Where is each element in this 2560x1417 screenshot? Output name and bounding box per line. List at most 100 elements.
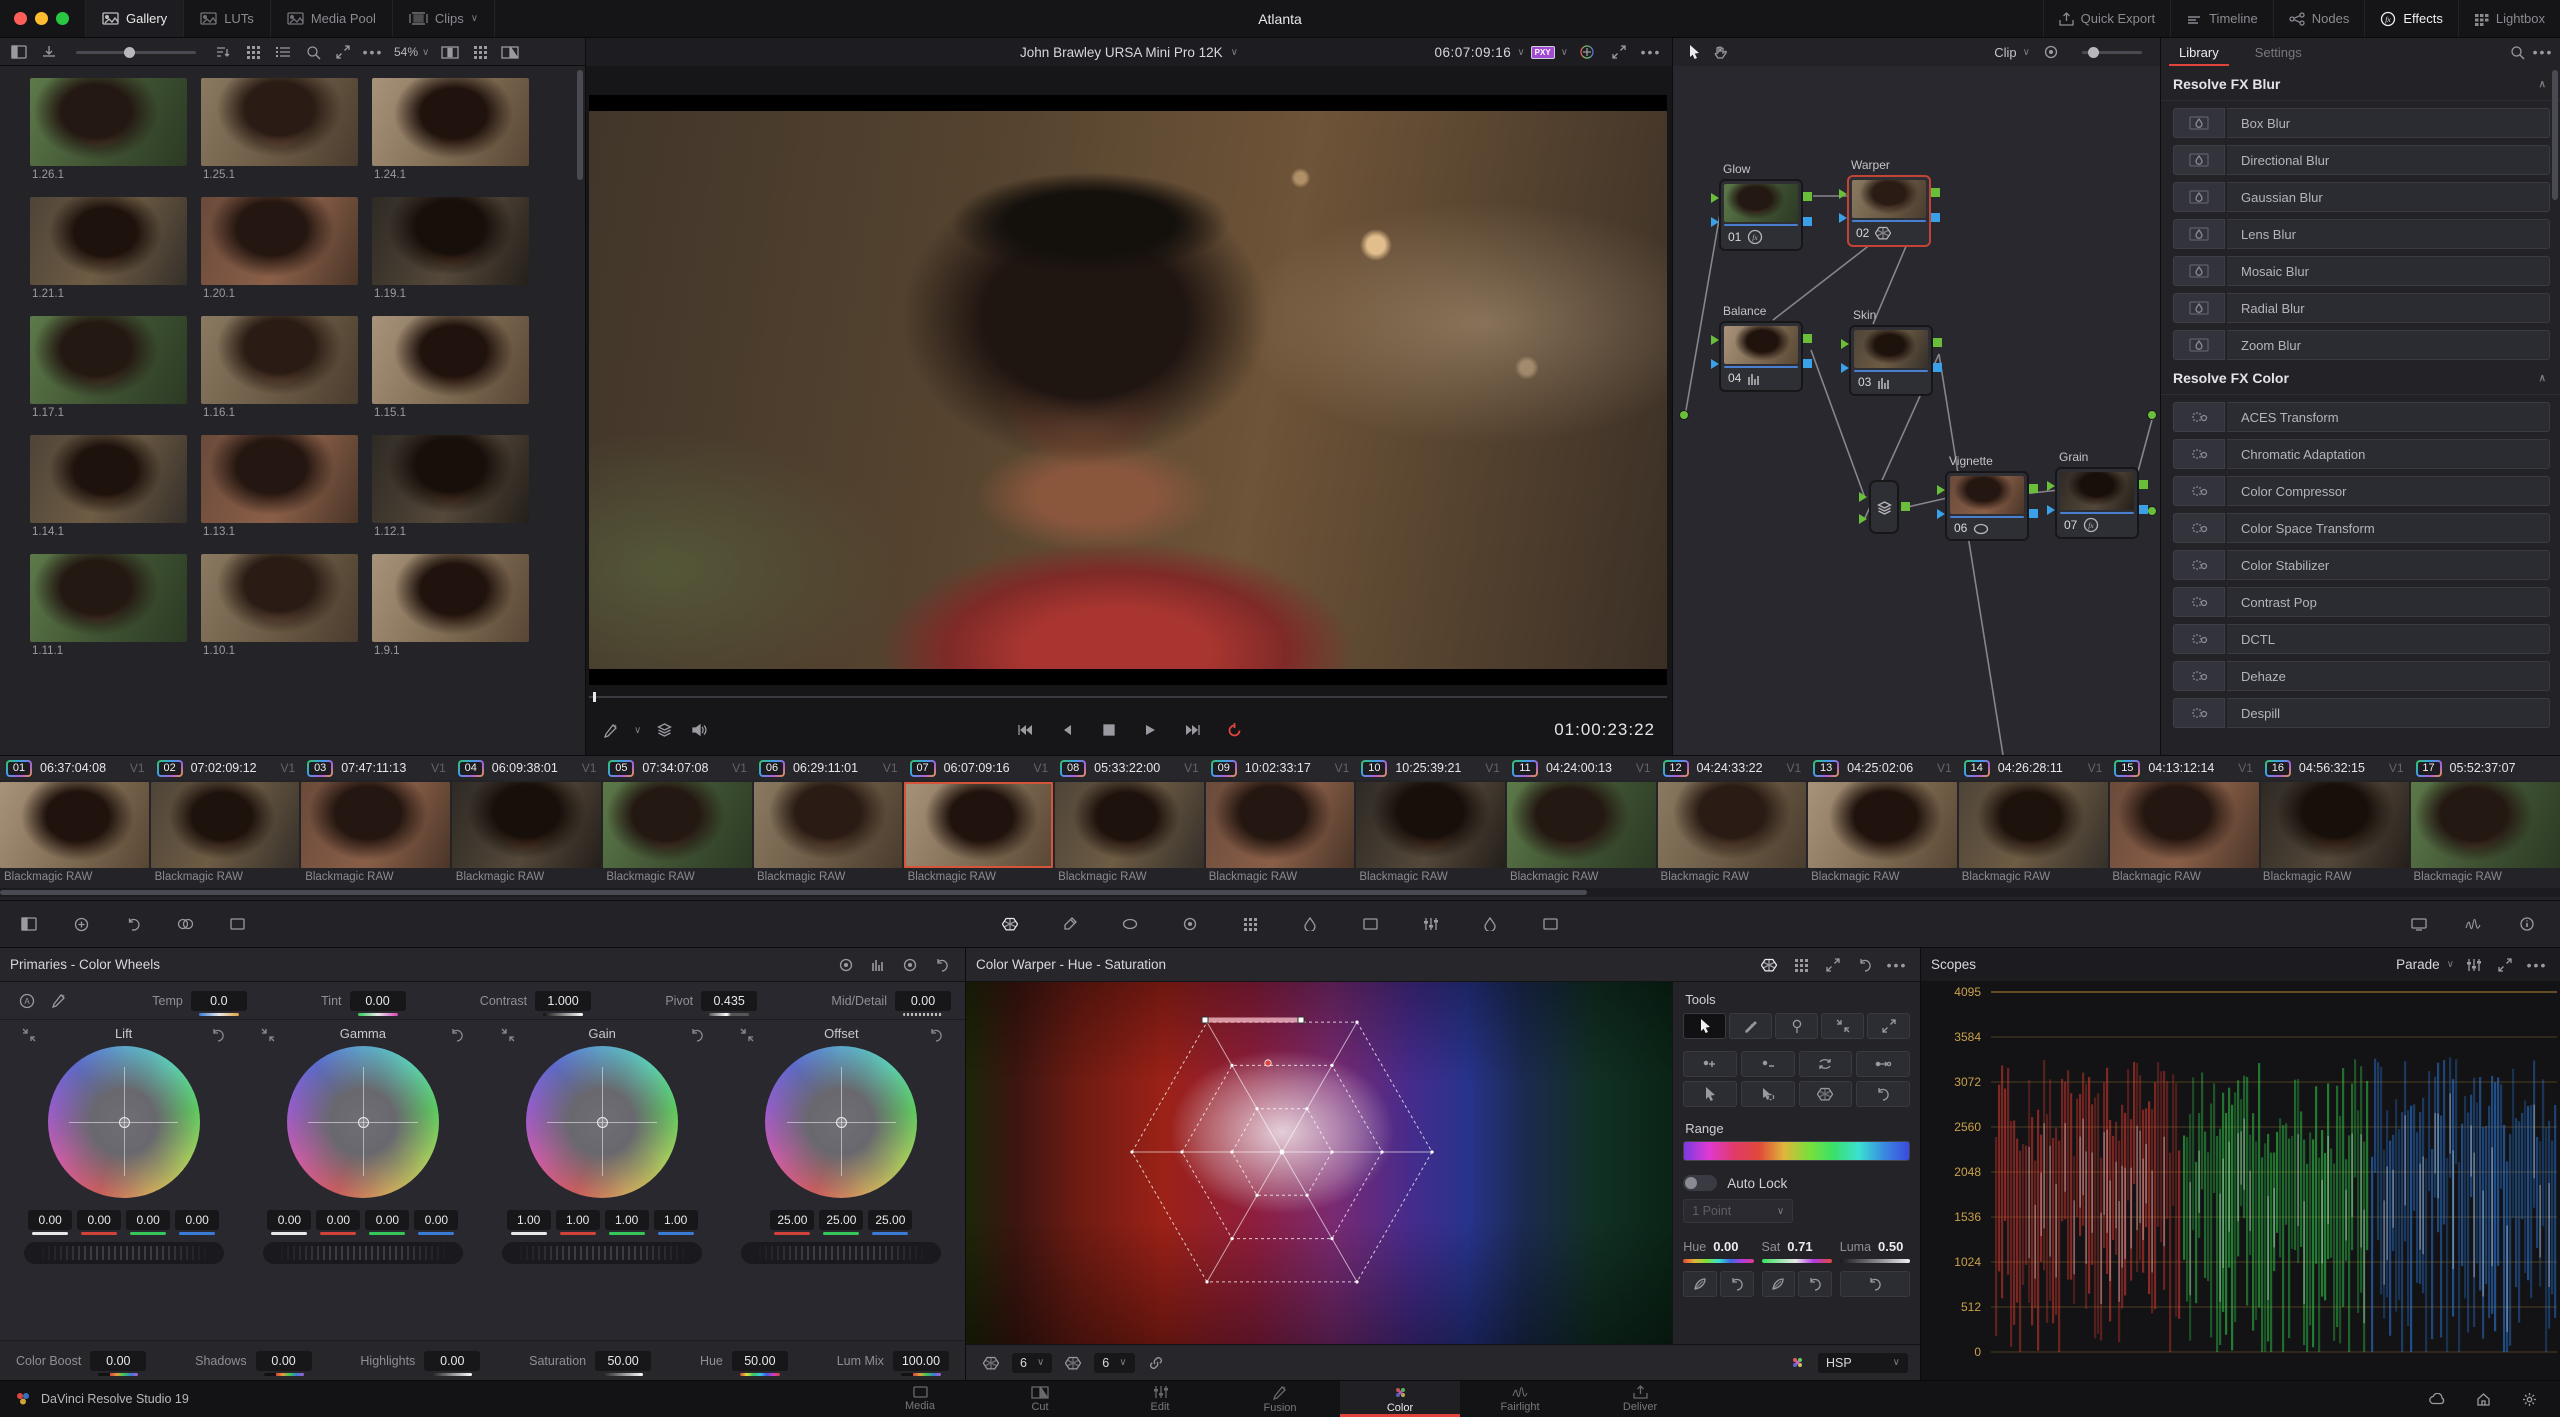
node-rgb-input[interactable] xyxy=(1711,193,1719,203)
param-value[interactable]: 0.00 xyxy=(349,990,406,1016)
workspace-tab-clips[interactable]: Clips ∨ xyxy=(391,0,496,37)
color-wheel[interactable] xyxy=(47,1045,200,1198)
timeline-scrollbar[interactable] xyxy=(0,888,2560,897)
timeline-clip-thumbnail[interactable] xyxy=(1356,782,1506,868)
viewer-video[interactable] xyxy=(589,95,1667,685)
timeline-clip-header[interactable]: 14 04:26:28:11 V1 xyxy=(1958,760,2109,777)
fx-item-dehaze[interactable]: Dehaze xyxy=(2173,661,2550,691)
menubar-button-timeline[interactable]: Timeline xyxy=(2170,0,2273,37)
fx-item-chromatic-adaptation[interactable]: Chromatic Adaptation xyxy=(2173,439,2550,469)
node-key-output[interactable] xyxy=(1803,217,1812,226)
fx-item-zoom-blur[interactable]: Zoom Blur xyxy=(2173,330,2550,360)
wheel-channel-value[interactable]: 0.00 xyxy=(267,1209,312,1235)
timeline-clip-thumbnail[interactable] xyxy=(1507,782,1656,868)
library-options-icon[interactable]: ••• xyxy=(2530,41,2556,63)
fx-item-radial-blur[interactable]: Radial Blur xyxy=(2173,293,2550,323)
menubar-button-nodes[interactable]: Nodes xyxy=(2272,0,2365,37)
wheel-channel-value[interactable]: 0.00 xyxy=(175,1209,220,1235)
timeline-clip-header[interactable]: 15 04:13:12:14 V1 xyxy=(2108,760,2259,777)
page-tab-media[interactable]: Media xyxy=(860,1381,980,1417)
gallery-still[interactable]: 1.12.1 xyxy=(372,435,529,544)
node-vignette[interactable]: Vignette 06 xyxy=(1937,454,2038,541)
close-window-button[interactable] xyxy=(14,12,27,25)
gallery-still[interactable]: 1.24.1 xyxy=(372,78,529,187)
onscreen-controls-dropdown-icon[interactable]: ∨ xyxy=(634,725,641,736)
page-tab-cut[interactable]: Cut xyxy=(980,1381,1100,1417)
warper-pin-tool[interactable] xyxy=(1775,1013,1819,1039)
still-thumbnail[interactable] xyxy=(372,197,529,285)
node-skin[interactable]: Skin 03 xyxy=(1841,308,1942,396)
crosshair-icon[interactable] xyxy=(501,1026,515,1042)
play-button[interactable] xyxy=(1138,719,1164,741)
gallery-still[interactable]: 1.19.1 xyxy=(372,197,529,306)
viewer-scrubber[interactable] xyxy=(589,692,1667,702)
proxy-dropdown-icon[interactable]: ∨ xyxy=(1561,47,1568,58)
timeline-clip-header[interactable]: 01 06:37:04:08 V1 xyxy=(0,760,151,777)
wheel-reset-icon[interactable] xyxy=(211,1026,225,1042)
wheel-channel-value[interactable]: 0.00 xyxy=(126,1209,171,1235)
node-key-input[interactable] xyxy=(1711,359,1719,369)
still-thumbnail[interactable] xyxy=(201,316,358,404)
timeline-clip-thumbnail[interactable] xyxy=(2260,782,2410,868)
library-scrollbar[interactable] xyxy=(2552,70,2558,200)
wheel-channel-value[interactable]: 1.00 xyxy=(653,1209,698,1235)
crosshair-icon[interactable] xyxy=(740,1026,754,1042)
grid-view-icon[interactable] xyxy=(240,41,266,63)
unmix-icon[interactable] xyxy=(651,719,677,741)
timeline-clip-thumbnail[interactable] xyxy=(2109,782,2259,868)
wheel-channel-value[interactable]: 25.00 xyxy=(819,1209,864,1235)
wheel-reset-icon[interactable] xyxy=(690,1026,704,1042)
warper-draw-tool[interactable] xyxy=(1729,1013,1773,1039)
warper-options-icon[interactable]: ••• xyxy=(1884,954,1910,976)
fx-item-mosaic-blur[interactable]: Mosaic Blur xyxy=(2173,256,2550,286)
gallery-zoom-select[interactable]: 54% ∨ xyxy=(390,45,433,59)
bars-mode-icon[interactable] xyxy=(865,954,891,976)
auto-balance-icon[interactable]: A xyxy=(14,990,40,1012)
fx-item-gaussian-blur[interactable]: Gaussian Blur xyxy=(2173,182,2550,212)
proxy-badge[interactable]: PXY xyxy=(1530,45,1555,59)
timeline-clip-header[interactable]: 10 10:25:39:21 V1 xyxy=(1355,760,1506,777)
pan-tool-icon[interactable] xyxy=(1707,41,1733,63)
sat-steps-icon[interactable] xyxy=(1060,1352,1086,1374)
settings-gear-icon[interactable] xyxy=(2516,1388,2542,1410)
sat-reset-button[interactable] xyxy=(1798,1271,1832,1297)
timeline-clip-thumbnail[interactable] xyxy=(904,782,1053,868)
lightbox-view-icon[interactable] xyxy=(467,41,493,63)
wheel-channel-value[interactable]: 0.00 xyxy=(365,1209,410,1235)
param-value[interactable]: 50.00 xyxy=(595,1350,652,1376)
wheel-reset-icon[interactable] xyxy=(929,1026,943,1042)
workspace-tab-media-pool[interactable]: Media Pool xyxy=(269,0,392,37)
wheel-channel-value[interactable]: 0.00 xyxy=(414,1209,459,1235)
crosshair-icon[interactable] xyxy=(261,1026,275,1042)
menubar-button-effects[interactable]: fx Effects xyxy=(2364,0,2458,37)
color-warper-palette-icon[interactable] xyxy=(997,913,1023,935)
fx-item-contrast-pop[interactable]: Contrast Pop xyxy=(2173,587,2550,617)
param-value[interactable]: 0.0 xyxy=(190,990,247,1016)
auto-lock-toggle[interactable] xyxy=(1683,1175,1718,1191)
onscreen-controls-icon[interactable] xyxy=(598,719,624,741)
timeline-clip-thumbnail[interactable] xyxy=(1808,782,1958,868)
sat-feather-button[interactable] xyxy=(1761,1271,1796,1297)
node-rgb-input[interactable] xyxy=(1841,339,1849,349)
wheel-channel-value[interactable]: 0.00 xyxy=(28,1209,73,1235)
scope-settings-icon[interactable] xyxy=(2460,954,2486,976)
page-tab-color[interactable]: Color xyxy=(1340,1381,1460,1417)
tracker-palette-icon[interactable] xyxy=(1177,913,1203,935)
timeline-clip-header[interactable]: 09 10:02:33:17 V1 xyxy=(1205,760,1356,777)
viewer-clip-select[interactable]: John Brawley URSA Mini Pro 12K ∨ xyxy=(1020,45,1238,60)
node-rgb-output[interactable] xyxy=(2139,480,2148,489)
warper-expand-icon[interactable] xyxy=(1820,954,1846,976)
gallery-panel-toggle-icon[interactable] xyxy=(6,41,32,63)
still-thumbnail[interactable] xyxy=(30,435,187,523)
node-glow[interactable]: Glow 01 fx xyxy=(1711,162,1812,251)
library-section-header[interactable]: Resolve FX Blur ∧ xyxy=(2161,66,2560,101)
page-tab-fairlight[interactable]: Fairlight xyxy=(1460,1381,1580,1417)
workspace-tab-gallery[interactable]: Gallery xyxy=(85,0,184,37)
page-tab-edit[interactable]: Edit xyxy=(1100,1381,1220,1417)
expand-viewer-icon[interactable] xyxy=(1606,41,1632,63)
gallery-still[interactable]: 1.9.1 xyxy=(372,554,529,663)
param-value[interactable]: 50.00 xyxy=(731,1350,788,1376)
gallery-still[interactable]: 1.13.1 xyxy=(201,435,358,544)
timeline-clip-thumbnail[interactable] xyxy=(452,782,601,868)
audio-mute-icon[interactable] xyxy=(687,719,713,741)
